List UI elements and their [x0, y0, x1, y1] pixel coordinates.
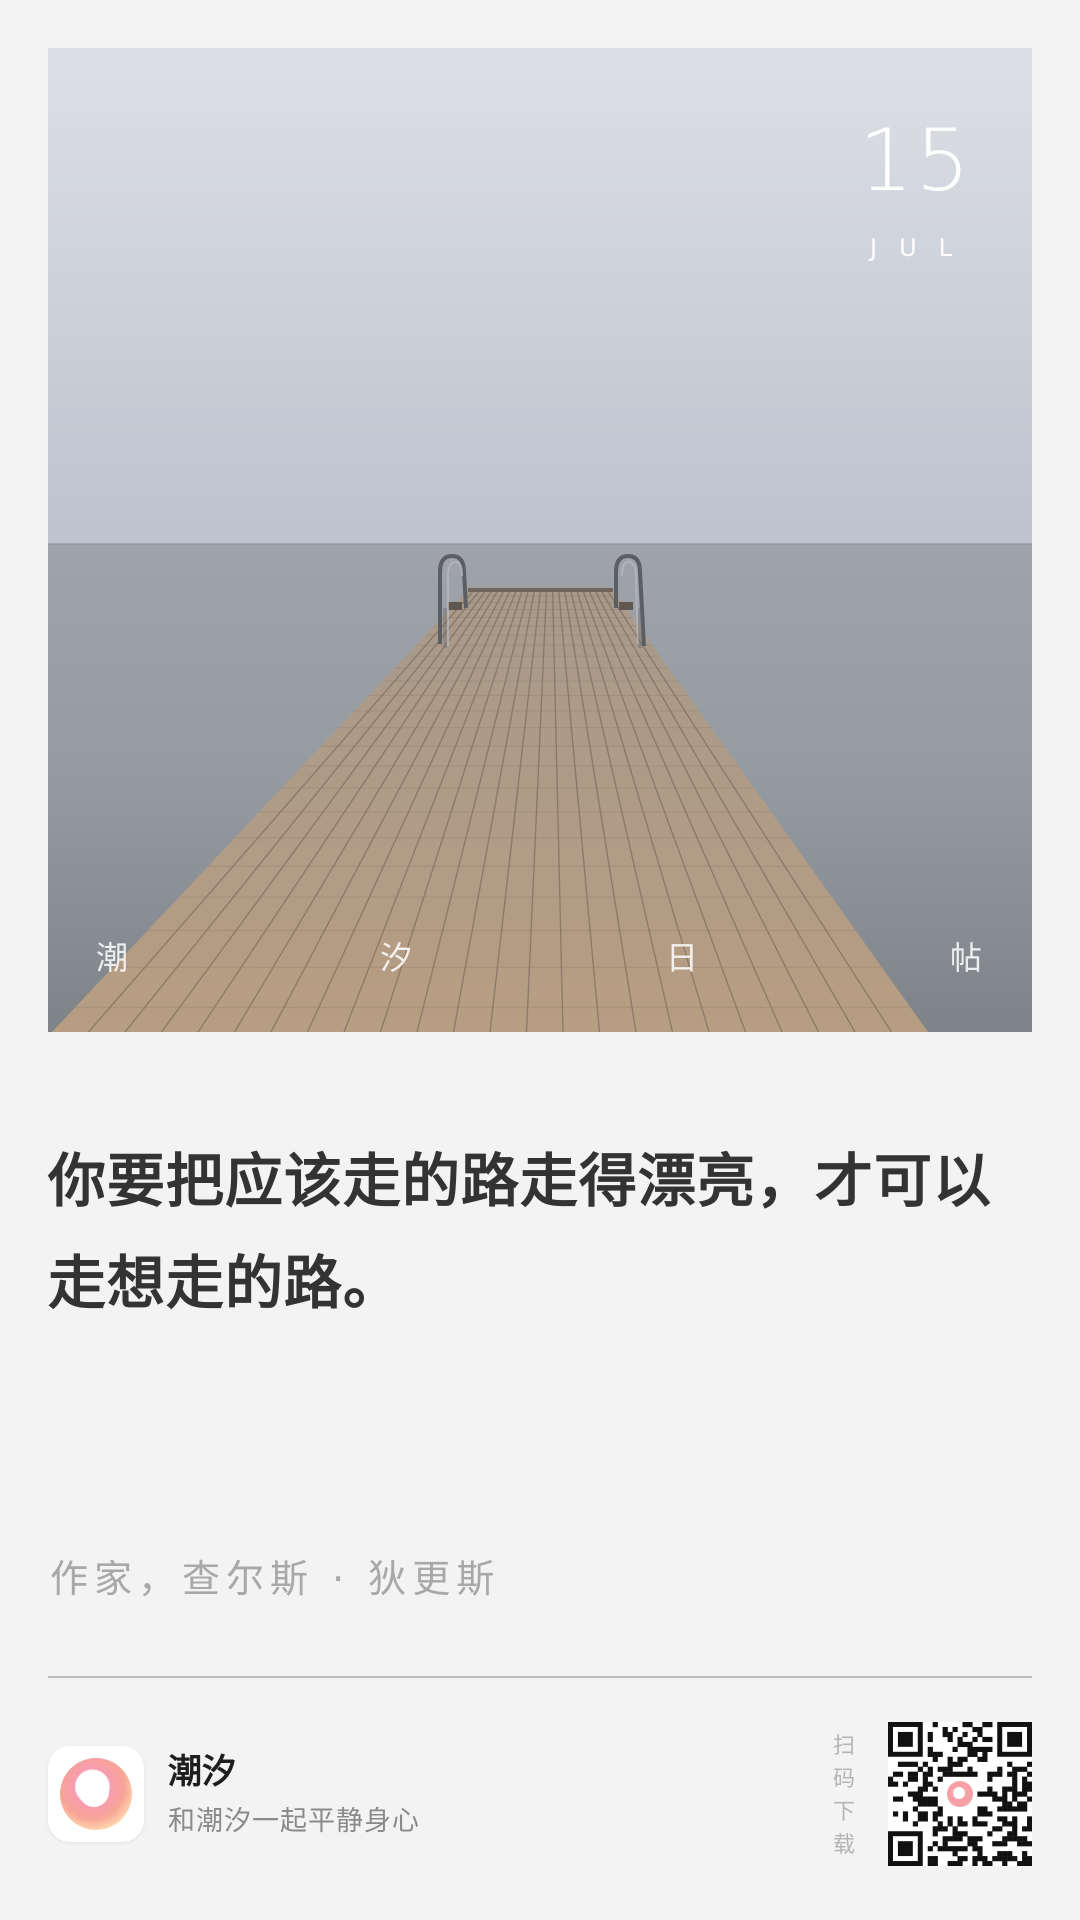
app-name: 潮汐 [168, 1752, 236, 1792]
tide-logo-icon [60, 1758, 132, 1830]
scan-download-label: 扫码下载 [832, 1734, 855, 1858]
brand-char-4: 帖 [950, 939, 983, 977]
quote-text: 你要把应该走的路走得漂亮，才可以走想走的路。 [48, 1147, 993, 1317]
date-month: JUL [869, 234, 974, 262]
qr-code-icon[interactable] [888, 1722, 1032, 1866]
poster-page: 15 JUL 潮 汐 日 帖 你要把应该走的路走得漂亮，才可以走想走的路。 作家… [0, 0, 1080, 1920]
quote-author: 作家，查尔斯 · 狄更斯 [50, 1557, 501, 1601]
brand-char-3: 日 [666, 939, 699, 977]
brand-char-1: 潮 [96, 939, 129, 977]
brand-watermark: 潮 汐 日 帖 [48, 938, 1032, 978]
divider [48, 1676, 1032, 1678]
tide-app-icon [48, 1746, 144, 1842]
pier-photo: 15 JUL 潮 汐 日 帖 [48, 48, 1032, 1032]
date-day: 15 [858, 111, 972, 211]
app-slogan: 和潮汐一起平静身心 [168, 1806, 420, 1837]
brand-char-2: 汐 [380, 939, 413, 977]
